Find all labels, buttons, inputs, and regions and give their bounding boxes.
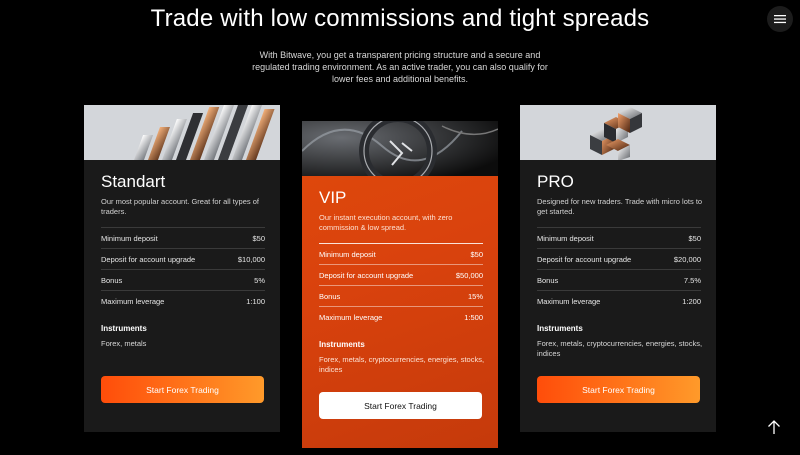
card-image-vip xyxy=(302,121,498,176)
menu-button[interactable] xyxy=(767,6,793,32)
account-card-pro: PRO Designed for new traders. Trade with… xyxy=(520,105,716,432)
detail-value: $20,000 xyxy=(673,254,701,264)
detail-label: Maximum leverage xyxy=(101,296,165,306)
detail-row-max-leverage: Maximum leverage 1:500 xyxy=(319,306,483,327)
detail-row-max-leverage: Maximum leverage 1:200 xyxy=(537,290,701,311)
card-image-standart xyxy=(84,105,280,160)
detail-label: Bonus xyxy=(319,291,341,301)
detail-label: Minimum deposit xyxy=(101,233,158,243)
detail-row-bonus: Bonus 7.5% xyxy=(537,269,701,290)
detail-label: Maximum leverage xyxy=(537,296,601,306)
instruments-list: Forex, metals, cryptocurrencies, energie… xyxy=(537,339,703,358)
instruments-list: Forex, metals, cryptocurrencies, energie… xyxy=(319,355,485,374)
detail-row-minimum-deposit: Minimum deposit $50 xyxy=(101,227,265,248)
card-title: Standart xyxy=(101,172,166,191)
detail-row-upgrade-deposit: Deposit for account upgrade $50,000 xyxy=(319,264,483,285)
start-trading-button-standart[interactable]: Start Forex Trading xyxy=(101,376,264,403)
detail-value: $50 xyxy=(470,249,483,259)
detail-value: $50,000 xyxy=(455,270,483,280)
card-description: Our most popular account. Great for all … xyxy=(101,197,259,216)
detail-label: Bonus xyxy=(101,275,123,285)
detail-value: $50 xyxy=(688,233,701,243)
card-title: VIP xyxy=(319,188,347,207)
card-description: Designed for new traders. Trade with mic… xyxy=(537,197,703,216)
instruments-heading: Instruments xyxy=(537,324,583,333)
detail-value: $50 xyxy=(252,233,265,243)
card-details: Minimum deposit $50 Deposit for account … xyxy=(101,227,265,311)
detail-value: 1:500 xyxy=(464,312,483,322)
detail-value: 7.5% xyxy=(683,275,701,285)
detail-label: Deposit for account upgrade xyxy=(101,254,196,264)
detail-value: $10,000 xyxy=(237,254,265,264)
detail-value: 1:200 xyxy=(682,296,701,306)
detail-row-max-leverage: Maximum leverage 1:100 xyxy=(101,290,265,311)
detail-label: Bonus xyxy=(537,275,559,285)
arrow-up-icon xyxy=(768,420,780,434)
detail-value: 15% xyxy=(467,291,483,301)
detail-value: 1:100 xyxy=(246,296,265,306)
card-image-pro xyxy=(520,105,716,160)
account-card-standart: Standart Our most popular account. Great… xyxy=(84,105,280,432)
detail-row-minimum-deposit: Minimum deposit $50 xyxy=(537,227,701,248)
detail-label: Minimum deposit xyxy=(537,233,594,243)
scroll-to-top-button[interactable] xyxy=(764,417,784,437)
detail-row-bonus: Bonus 5% xyxy=(101,269,265,290)
detail-row-minimum-deposit: Minimum deposit $50 xyxy=(319,243,483,264)
start-trading-button-pro[interactable]: Start Forex Trading xyxy=(537,376,700,403)
detail-label: Deposit for account upgrade xyxy=(537,254,632,264)
detail-value: 5% xyxy=(254,275,265,285)
card-title: PRO xyxy=(537,172,574,191)
card-description: Our instant execution account, with zero… xyxy=(319,213,453,232)
card-details: Minimum deposit $50 Deposit for account … xyxy=(319,243,483,327)
start-trading-button-vip[interactable]: Start Forex Trading xyxy=(319,392,482,419)
detail-row-upgrade-deposit: Deposit for account upgrade $20,000 xyxy=(537,248,701,269)
page-title: Trade with low commissions and tight spr… xyxy=(150,5,650,32)
hamburger-menu-icon xyxy=(774,15,786,24)
detail-label: Deposit for account upgrade xyxy=(319,270,414,280)
page-subtitle: With Bitwave, you get a transparent pric… xyxy=(252,50,548,84)
instruments-heading: Instruments xyxy=(319,340,365,349)
detail-label: Maximum leverage xyxy=(319,312,383,322)
detail-label: Minimum deposit xyxy=(319,249,376,259)
instruments-heading: Instruments xyxy=(101,324,147,333)
detail-row-bonus: Bonus 15% xyxy=(319,285,483,306)
detail-row-upgrade-deposit: Deposit for account upgrade $10,000 xyxy=(101,248,265,269)
account-card-vip: VIP Our instant execution account, with … xyxy=(302,121,498,448)
card-details: Minimum deposit $50 Deposit for account … xyxy=(537,227,701,311)
instruments-list: Forex, metals xyxy=(101,339,147,348)
